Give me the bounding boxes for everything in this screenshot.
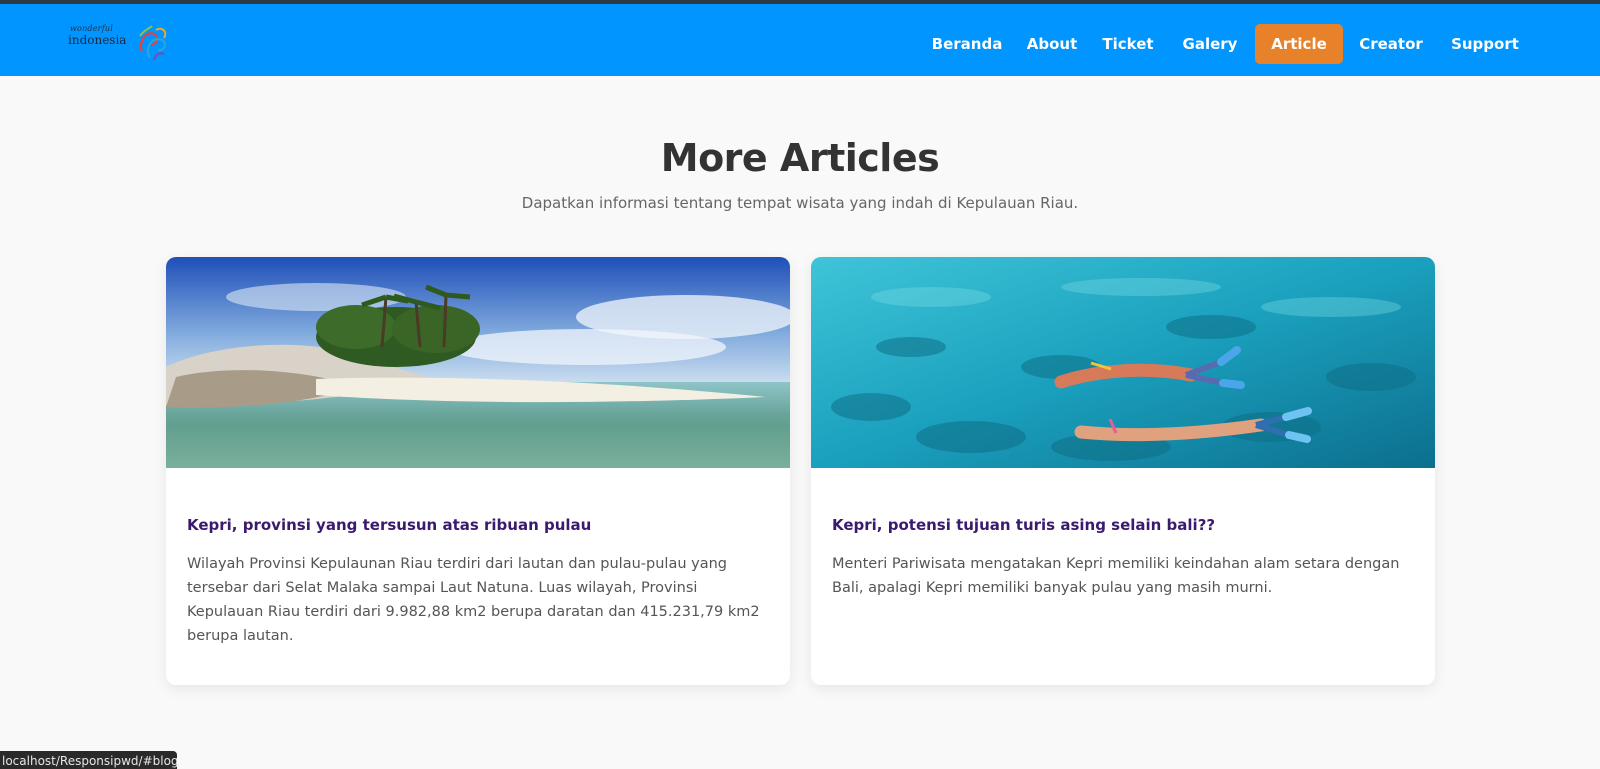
- status-bar-url: localhost/Responsipwd/#blog: [0, 751, 177, 769]
- nav-item-galery[interactable]: Galery: [1172, 24, 1248, 64]
- wonderful-indonesia-logo[interactable]: wonderful indonesia: [68, 18, 170, 64]
- logo-swirl-icon: [139, 25, 167, 61]
- nav-item-beranda[interactable]: Beranda: [917, 24, 1017, 64]
- article-excerpt: Menteri Pariwisata mengatakan Kepri memi…: [832, 556, 1400, 596]
- logo-word-text: indonesia: [68, 33, 127, 47]
- nav-item-creator[interactable]: Creator: [1350, 24, 1432, 64]
- nav-item-support[interactable]: Support: [1443, 24, 1527, 64]
- nav-item-about[interactable]: About: [1017, 24, 1087, 64]
- section-subtitle: Dapatkan informasi tentang tempat wisata…: [521, 194, 1079, 212]
- navbar: wonderful indonesia Beranda About Ticket…: [0, 4, 1600, 76]
- logo-script-text: wonderful: [70, 24, 113, 33]
- article-card[interactable]: Kepri, provinsi yang tersusun atas ribua…: [166, 257, 790, 685]
- article-excerpt: Wilayah Provinsi Kepulaunan Riau terdiri…: [187, 556, 760, 644]
- article-image-snorkeling: [811, 257, 1435, 468]
- article-title[interactable]: Kepri, potensi tujuan turis asing selain…: [832, 516, 1422, 534]
- section-title: More Articles: [660, 136, 940, 180]
- article-title[interactable]: Kepri, provinsi yang tersusun atas ribua…: [187, 516, 777, 534]
- nav-item-ticket[interactable]: Ticket: [1091, 24, 1165, 64]
- nav-item-article[interactable]: Article: [1255, 24, 1343, 64]
- article-card[interactable]: Kepri, potensi tujuan turis asing selain…: [811, 257, 1435, 685]
- article-image-island-beach: [166, 257, 790, 468]
